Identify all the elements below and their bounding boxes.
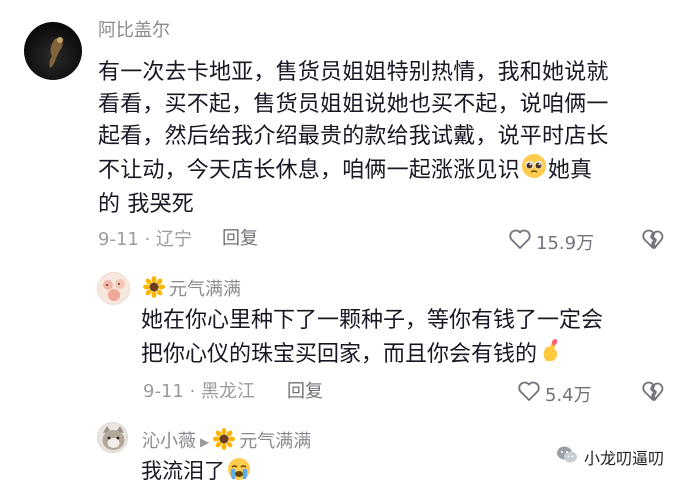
sunflower-icon: [213, 428, 236, 456]
heart-outline-icon: [517, 380, 541, 407]
dislike-button[interactable]: [641, 228, 665, 254]
reply-button[interactable]: 回复: [222, 228, 258, 250]
like-count: 15.9万: [536, 232, 595, 254]
comment-text-segment: 不让动，今天店长休息，咱俩一起涨涨见识: [98, 158, 520, 183]
comment-text-segment: 把你心仪的珠宝买回家，而且你会有钱的: [141, 342, 538, 367]
comment-text-segment: 我流泪了: [141, 459, 225, 483]
comment-author[interactable]: 阿比盖尔: [98, 20, 170, 42]
watermark-text: 小龙叨逼叨: [583, 449, 664, 468]
comment-author[interactable]: 沁小薇: [142, 431, 196, 453]
comment-date-location: 9-11 · 辽宁: [98, 229, 193, 250]
like-count: 5.4万: [545, 384, 592, 406]
sunflower-icon: [143, 276, 165, 304]
avatar[interactable]: [97, 422, 128, 453]
comment-text-line: 起看，然后给我介绍最贵的款给我试戴，说平时店长: [98, 124, 609, 149]
comment-text-segment: 她真: [547, 158, 593, 183]
comment-text-line: 看看，买不起，售货员姐姐说她也买不起，说咱俩一: [98, 92, 609, 117]
comment-text-line: 不让动，今天店长休息，咱俩一起涨涨见识 她真: [98, 153, 668, 189]
comment-author-row: 元气满满: [143, 276, 241, 304]
avatar[interactable]: [97, 272, 130, 305]
reply-arrow-icon: ▶: [200, 435, 210, 449]
comment-author[interactable]: 元气满满: [169, 279, 241, 301]
dislike-button[interactable]: [641, 380, 665, 406]
reply-to-author[interactable]: 元气满满: [239, 431, 311, 453]
comment-text: 她在你心里种下了一颗种子，等你有钱了一定会 把你心仪的珠宝买回家，而且你会有钱的: [141, 305, 661, 373]
finger-heart-icon: [539, 337, 563, 373]
like-button[interactable]: 15.9万: [508, 228, 594, 255]
comment-text-line: 的 我哭死: [98, 192, 194, 217]
comment-text-line: 有一次去卡地亚，售货员姐姐特别热情，我和她说就: [98, 60, 609, 85]
broken-heart-icon: [641, 381, 665, 406]
comment-text-line: 她在你心里种下了一颗种子，等你有钱了一定会: [141, 308, 604, 333]
comment-text-line: 把你心仪的珠宝买回家，而且你会有钱的: [141, 337, 661, 373]
wechat-icon: [556, 445, 578, 469]
heart-outline-icon: [508, 228, 532, 255]
watermark: 小龙叨逼叨: [551, 443, 668, 471]
reply-button[interactable]: 回复: [287, 381, 323, 403]
comment-text: 我流泪了: [141, 457, 251, 486]
avatar[interactable]: [24, 22, 82, 80]
like-button[interactable]: 5.4万: [517, 380, 592, 407]
broken-heart-icon: [641, 229, 665, 254]
comment-text: 有一次去卡地亚，售货员姐姐特别热情，我和她说就 看看，买不起，售货员姐姐说她也买…: [98, 57, 668, 221]
comment-author-row: 沁小薇 ▶ 元气满满: [142, 428, 311, 456]
loudly-crying-face-icon: [227, 457, 251, 486]
pleading-face-icon: [521, 153, 547, 189]
comment-date-location: 9-11 · 黑龙江: [143, 381, 256, 402]
